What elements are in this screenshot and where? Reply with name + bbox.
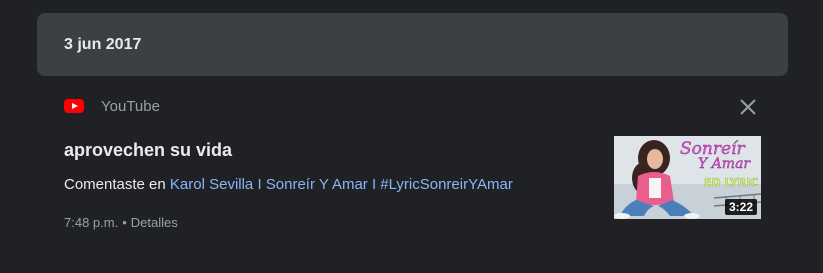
activity-title: aprovechen su vida [64, 140, 233, 160]
close-button[interactable] [738, 97, 758, 117]
comment-line: Comentaste en Karol Sevilla I Sonreír Y … [64, 175, 513, 195]
comment-prefix: Comentaste en [64, 176, 170, 193]
date-label: 3 jun 2017 [64, 36, 142, 53]
meta-line: 7:48 p.m. • Detalles [64, 214, 178, 232]
service-row: YouTube [64, 96, 160, 116]
close-icon [740, 99, 756, 115]
date-header: 3 jun 2017 [37, 13, 788, 76]
video-thumbnail[interactable]: Sonreír Y Amar ED LYRIC 3:22 [614, 136, 761, 219]
service-name: YouTube [101, 97, 160, 115]
details-link[interactable]: Detalles [131, 215, 178, 230]
activity-card: YouTube aprovechen su vida Comentaste en… [37, 80, 788, 260]
thumbnail-text-3: ED LYRIC [704, 176, 758, 189]
video-duration: 3:22 [724, 199, 757, 215]
separator: • [122, 215, 127, 230]
video-link[interactable]: Karol Sevilla I Sonreír Y Amar I #LyricS… [170, 176, 513, 193]
activity-time: 7:48 p.m. [64, 215, 119, 230]
youtube-icon [64, 99, 84, 113]
thumbnail-text-2: Y Amar [698, 156, 751, 172]
